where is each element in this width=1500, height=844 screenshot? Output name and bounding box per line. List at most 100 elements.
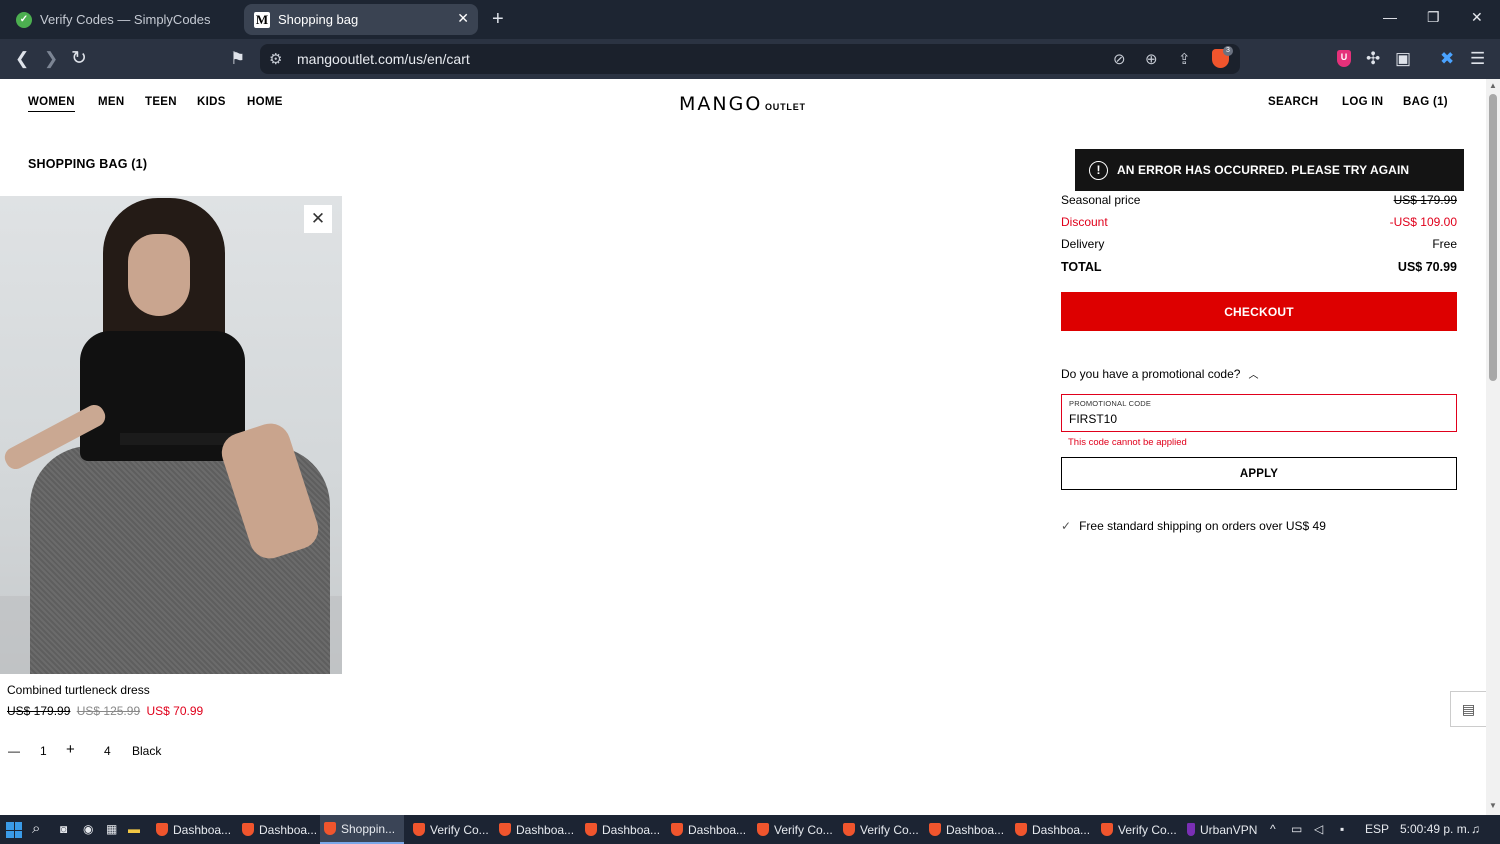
nav-teen[interactable]: TEEN: [145, 96, 177, 108]
restore-icon[interactable]: ❐: [1427, 9, 1440, 26]
nav-women[interactable]: WOMEN: [28, 96, 75, 112]
page-scrollbar[interactable]: ▲ ▼: [1486, 79, 1500, 815]
taskbar-app[interactable]: UrbanVPN: [1183, 815, 1267, 844]
search-icon[interactable]: ⌕: [32, 820, 40, 837]
nav-home[interactable]: HOME: [247, 96, 283, 108]
alert-icon: !: [1089, 160, 1108, 180]
error-toast: ! AN ERROR HAS OCCURRED. PLEASE TRY AGAI…: [1075, 149, 1464, 191]
extensions-icon[interactable]: ✣: [1366, 50, 1380, 67]
menu-icon[interactable]: ☰: [1470, 50, 1485, 67]
apply-button[interactable]: APPLY: [1061, 457, 1457, 490]
address-bar[interactable]: ⚙ mangooutlet.com/us/en/cart ⊘ ⊕ ⇪ 3: [260, 44, 1240, 74]
promo-code-field[interactable]: PROMOTIONAL CODE: [1061, 394, 1457, 432]
clock[interactable]: 5:00:49 p. m.: [1400, 822, 1470, 836]
delivery-label: Delivery: [1061, 237, 1105, 251]
scroll-up-icon[interactable]: ▲: [1489, 81, 1497, 90]
mango-m-icon: M: [254, 11, 270, 28]
shipping-note: ✓ Free standard shipping on orders over U…: [1061, 519, 1326, 533]
tab-shopping-bag[interactable]: M Shopping bag ✕: [244, 4, 478, 35]
reader-off-icon[interactable]: ⊘: [1113, 50, 1126, 68]
login-link[interactable]: LOG IN: [1342, 96, 1383, 108]
search-link[interactable]: SEARCH: [1268, 96, 1318, 108]
language-indicator[interactable]: ESP: [1365, 822, 1389, 836]
brave-icon: [671, 823, 683, 836]
checkout-button[interactable]: CHECKOUT: [1061, 292, 1457, 331]
taskbar-app[interactable]: Dashboa...: [667, 815, 751, 844]
page-content: WOMEN MEN TEEN KIDS HOME MANGO OUTLET SE…: [0, 79, 1486, 815]
tab-simplycodes[interactable]: ✓ Verify Codes — SimplyCodes: [6, 4, 238, 35]
taskbar-app-active[interactable]: Shoppin...: [320, 815, 404, 844]
taskbar-app[interactable]: Dashboa...: [238, 815, 322, 844]
promo-code-input[interactable]: [1069, 412, 1439, 426]
display-icon[interactable]: ▪: [1340, 822, 1344, 836]
taskbar-app-label: Shoppin...: [341, 821, 396, 836]
taskbar-app-label: Dashboa...: [946, 822, 1005, 837]
taskbar-app[interactable]: Dashboa...: [1011, 815, 1095, 844]
taskbar-app[interactable]: Dashboa...: [495, 815, 579, 844]
new-tab-icon[interactable]: +: [492, 8, 504, 31]
decrease-quantity-icon[interactable]: —: [8, 744, 20, 758]
taskbar-app-label: Dashboa...: [688, 822, 747, 837]
reload-icon[interactable]: ↻: [71, 49, 87, 68]
nav-kids[interactable]: KIDS: [197, 96, 226, 108]
wallet-icon[interactable]: ▣: [1395, 50, 1411, 67]
remove-item-icon[interactable]: ✕: [304, 205, 332, 233]
bag-link[interactable]: BAG (1): [1403, 96, 1448, 108]
taskbar-app-label: Dashboa...: [1032, 822, 1091, 837]
minimize-icon[interactable]: —: [1383, 9, 1397, 25]
taskbar-app-label: Verify Co...: [430, 822, 489, 837]
bookmark-icon[interactable]: ⚑: [230, 50, 245, 67]
nav-men[interactable]: MEN: [98, 96, 124, 108]
notifications-icon[interactable]: ♫: [1471, 822, 1480, 836]
browser-tab-bar: ✓ Verify Codes — SimplyCodes M Shopping …: [0, 0, 1500, 39]
brave-icon: [929, 823, 941, 836]
back-icon[interactable]: ❮: [15, 50, 29, 67]
network-icon[interactable]: ▭: [1291, 822, 1302, 836]
taskbar-app[interactable]: Dashboa...: [925, 815, 1009, 844]
zoom-icon[interactable]: ⊕: [1145, 50, 1158, 68]
site-settings-icon[interactable]: ⚙: [269, 50, 282, 68]
promo-toggle[interactable]: Do you have a promotional code? ︿: [1061, 366, 1258, 381]
taskbar-app-label: Dashboa...: [602, 822, 661, 837]
chat-icon[interactable]: ▤: [1450, 691, 1486, 727]
taskbar-app[interactable]: Verify Co...: [839, 815, 923, 844]
calculator-icon[interactable]: ▦: [106, 822, 117, 836]
brave-icon: [324, 822, 336, 835]
browser-toolbar: ❮ ❯ ↻ ⚑ ⚙ mangooutlet.com/us/en/cart ⊘ ⊕…: [0, 39, 1500, 79]
close-window-icon[interactable]: ✕: [1471, 9, 1483, 26]
taskbar-app-label: Verify Co...: [1118, 822, 1177, 837]
size-value[interactable]: 4: [104, 744, 111, 758]
taskbar-app[interactable]: Dashboa...: [581, 815, 665, 844]
forward-icon[interactable]: ❯: [44, 50, 58, 67]
share-icon[interactable]: ⇪: [1178, 50, 1191, 68]
taskbar-app-label: Dashboa...: [516, 822, 575, 837]
brave-icon: [156, 823, 168, 836]
error-message: AN ERROR HAS OCCURRED. PLEASE TRY AGAIN: [1117, 163, 1410, 177]
taskbar-app[interactable]: Verify Co...: [409, 815, 493, 844]
product-image[interactable]: [0, 196, 342, 674]
tray-chevron-icon[interactable]: ^: [1270, 822, 1276, 836]
urbanvpn-icon: [1187, 823, 1195, 836]
product-name[interactable]: Combined turtleneck dress: [7, 683, 150, 697]
kiwi-extension-icon[interactable]: ✖: [1440, 50, 1454, 67]
increase-quantity-icon[interactable]: +: [66, 741, 75, 758]
scroll-down-icon[interactable]: ▼: [1489, 801, 1497, 810]
volume-icon[interactable]: ◁: [1314, 822, 1323, 836]
price-original: US$ 179.99: [7, 704, 71, 718]
file-explorer-icon[interactable]: ▬: [128, 822, 140, 836]
mango-logo[interactable]: MANGO: [679, 93, 762, 115]
vpn-app-icon[interactable]: ◉: [83, 822, 93, 836]
close-tab-icon[interactable]: ✕: [457, 10, 469, 27]
camera-app-icon[interactable]: ◙: [60, 822, 67, 836]
summary-total: TOTAL US$ 70.99: [1061, 260, 1457, 274]
taskbar-app[interactable]: Dashboa...: [152, 815, 236, 844]
brave-icon: [843, 823, 855, 836]
windows-start-icon[interactable]: [6, 822, 22, 838]
discount-label: Discount: [1061, 215, 1108, 229]
price-current: US$ 70.99: [146, 704, 204, 718]
scrollbar-thumb[interactable]: [1489, 94, 1497, 381]
taskbar-app-label: Verify Co...: [774, 822, 833, 837]
ublock-icon[interactable]: U: [1337, 50, 1351, 67]
taskbar-app[interactable]: Verify Co...: [1097, 815, 1181, 844]
taskbar-app[interactable]: Verify Co...: [753, 815, 837, 844]
